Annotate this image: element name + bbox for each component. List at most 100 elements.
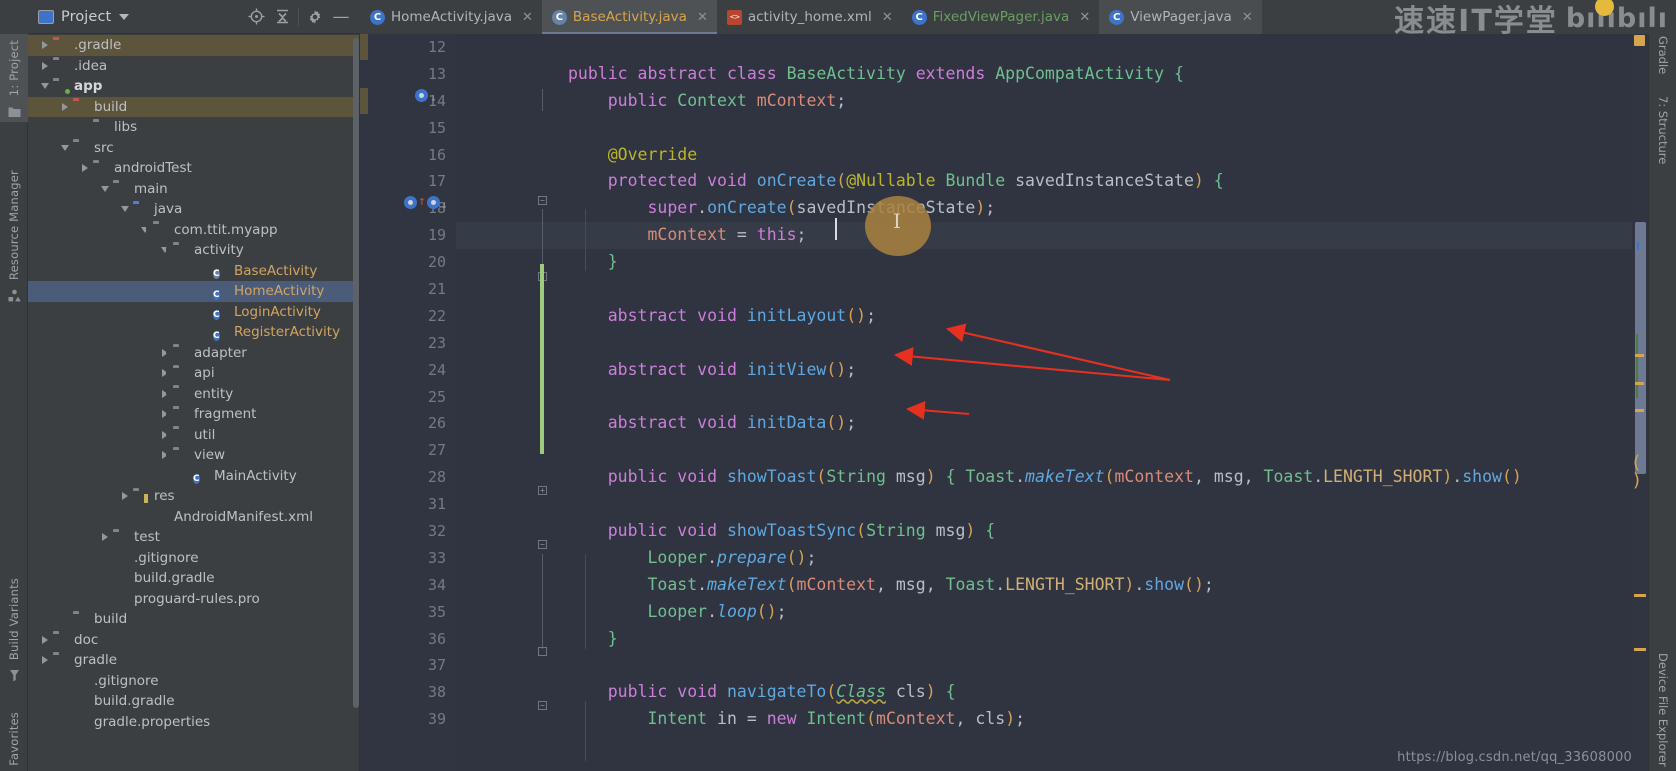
tree-node-entity[interactable]: entity bbox=[28, 384, 359, 405]
expand-arrow-icon[interactable] bbox=[38, 83, 52, 90]
expand-arrow-icon[interactable] bbox=[98, 533, 112, 542]
sidebar-item-resource-manager[interactable]: Resource Manager bbox=[0, 164, 28, 314]
tab-close-icon[interactable]: ✕ bbox=[882, 10, 893, 25]
warning-marker-1[interactable] bbox=[1635, 354, 1644, 357]
tree-node-view[interactable]: view bbox=[28, 445, 359, 466]
tree-node-build[interactable]: build bbox=[28, 96, 359, 117]
tree-node-src[interactable]: src bbox=[28, 138, 359, 159]
code-content[interactable]: public abstract class BaseActivity exten… bbox=[456, 34, 1632, 771]
sidebar-item-favorites[interactable]: 2: Favorites bbox=[0, 706, 28, 771]
warning-marker-4[interactable] bbox=[1634, 594, 1646, 597]
warning-marker-5[interactable] bbox=[1634, 648, 1646, 651]
code-line-18[interactable]: super.onCreate(savedInstanceState); bbox=[456, 195, 1632, 222]
collapse-all-icon[interactable] bbox=[269, 4, 295, 30]
tree-node-gradle[interactable]: gradle bbox=[28, 650, 359, 671]
fold-collapse-icon-navigateto[interactable]: − bbox=[538, 701, 547, 710]
tree-node-homeactivity[interactable]: C HomeActivity bbox=[28, 281, 359, 302]
tree-node-gradle-properties[interactable]: gradle.properties bbox=[28, 712, 359, 733]
sidebar-item-gradle[interactable]: Gradle bbox=[1649, 36, 1676, 74]
tree-node--gradle[interactable]: .gradle bbox=[28, 35, 359, 56]
tab-baseactivity[interactable]: C BaseActivity.java ✕ bbox=[541, 0, 717, 34]
tab-viewpager[interactable]: C ViewPager.java ✕ bbox=[1099, 0, 1262, 34]
expand-arrow-icon[interactable] bbox=[38, 61, 52, 70]
tree-node-androidtest[interactable]: androidTest bbox=[28, 158, 359, 179]
code-line-19[interactable]: mContext = this; bbox=[456, 222, 1632, 250]
code-line-36[interactable]: } bbox=[456, 626, 1632, 653]
tree-node-mainactivity[interactable]: C MainActivity bbox=[28, 466, 359, 487]
expand-arrow-icon[interactable] bbox=[38, 635, 52, 644]
tree-node-adapter[interactable]: adapter bbox=[28, 343, 359, 364]
fold-collapse-icon[interactable]: − bbox=[538, 196, 547, 205]
fold-collapse-icon-showtoastsync[interactable]: − bbox=[538, 540, 547, 549]
tab-fixedviewpager[interactable]: C FixedViewPager.java ✕ bbox=[902, 0, 1100, 34]
warning-marker-3[interactable] bbox=[1635, 409, 1644, 412]
inspection-status-icon[interactable] bbox=[1634, 35, 1645, 46]
code-line-16[interactable]: @Override bbox=[456, 142, 1632, 169]
tree-node-main[interactable]: main bbox=[28, 179, 359, 200]
project-tree[interactable]: .gradle .idea app build libs src androidTest ma… bbox=[28, 34, 360, 771]
fold-expand-icon-showtoast[interactable]: + bbox=[538, 486, 547, 495]
code-line-31[interactable] bbox=[456, 491, 1632, 518]
code-line-26[interactable]: abstract void initData(); bbox=[456, 410, 1632, 437]
tree-node--idea[interactable]: .idea bbox=[28, 56, 359, 77]
code-line-37[interactable] bbox=[456, 652, 1632, 679]
tree-node-androidmanifest-xml[interactable]: AndroidManifest.xml bbox=[28, 507, 359, 528]
tab-close-icon[interactable]: ✕ bbox=[1242, 10, 1253, 25]
code-line-32[interactable]: public void showToastSync(String msg) { bbox=[456, 518, 1632, 545]
tree-node-loginactivity[interactable]: C LoginActivity bbox=[28, 302, 359, 323]
hide-panel-icon[interactable]: — bbox=[328, 4, 354, 30]
expand-arrow-icon[interactable] bbox=[98, 185, 112, 192]
code-line-33[interactable]: Looper.prepare(); bbox=[456, 545, 1632, 572]
tree-node-build-gradle[interactable]: build.gradle bbox=[28, 691, 359, 712]
tree-node-proguard-rules-pro[interactable]: proguard-rules.pro bbox=[28, 589, 359, 610]
sidebar-item-structure[interactable]: 7: Structure bbox=[1649, 96, 1676, 164]
override-up-icon[interactable]: ↑ bbox=[418, 194, 426, 209]
code-line-28[interactable]: public void showToast(String msg) { Toas… bbox=[456, 464, 1632, 491]
code-line-27[interactable] bbox=[456, 437, 1632, 464]
run-class-marker-icon[interactable] bbox=[415, 89, 428, 102]
tree-node--gitignore[interactable]: .gitignore bbox=[28, 548, 359, 569]
tree-node-doc[interactable]: doc bbox=[28, 630, 359, 651]
expand-arrow-icon[interactable] bbox=[58, 144, 72, 151]
code-line-13[interactable]: public abstract class BaseActivity exten… bbox=[456, 61, 1632, 88]
code-line-12[interactable] bbox=[456, 34, 1632, 61]
tree-node-api[interactable]: api bbox=[28, 363, 359, 384]
tree-node-res[interactable]: res bbox=[28, 486, 359, 507]
expand-arrow-icon[interactable] bbox=[78, 164, 92, 173]
code-line-20[interactable]: } bbox=[456, 249, 1632, 276]
tree-node-build-gradle[interactable]: build.gradle bbox=[28, 568, 359, 589]
gear-icon[interactable] bbox=[302, 4, 328, 30]
tree-node-fragment[interactable]: fragment bbox=[28, 404, 359, 425]
tab-close-icon[interactable]: ✕ bbox=[1079, 10, 1090, 25]
code-line-22[interactable]: abstract void initLayout(); bbox=[456, 303, 1632, 330]
expand-arrow-icon[interactable] bbox=[38, 41, 52, 50]
tree-node-build[interactable]: build bbox=[28, 609, 359, 630]
code-line-38[interactable]: public void navigateTo(Class cls) { bbox=[456, 679, 1632, 706]
tab-activity-home-xml[interactable]: activity_home.xml ✕ bbox=[717, 0, 902, 34]
code-line-39[interactable]: Intent in = new Intent(mContext, cls); bbox=[456, 706, 1632, 733]
code-line-17[interactable]: protected void onCreate(@Nullable Bundle… bbox=[456, 168, 1632, 195]
expand-arrow-icon[interactable] bbox=[118, 492, 132, 501]
code-editor[interactable]: 12 13 14 15 16 17 18 19 20 21 22 23 24 25 26 27 28 31 32 33… bbox=[360, 34, 1648, 771]
code-line-24[interactable]: abstract void initView(); bbox=[456, 357, 1632, 384]
expand-arrow-icon[interactable] bbox=[58, 102, 72, 111]
code-line-23[interactable] bbox=[456, 330, 1632, 357]
tree-node-registeractivity[interactable]: C RegisterActivity bbox=[28, 322, 359, 343]
code-line-14[interactable]: public Context mContext; bbox=[456, 88, 1632, 115]
editor-gutter[interactable]: 12 13 14 15 16 17 18 19 20 21 22 23 24 25 26 27 28 31 32 33… bbox=[360, 34, 456, 771]
override-down-icon[interactable]: ↓ bbox=[430, 91, 437, 104]
tree-node-app[interactable]: app bbox=[28, 76, 359, 97]
tree-node-com-ttit-myapp[interactable]: com.ttit.myapp bbox=[28, 220, 359, 241]
sidebar-item-project[interactable]: 1: Project bbox=[0, 34, 28, 122]
tree-node-util[interactable]: util bbox=[28, 425, 359, 446]
code-line-34[interactable]: Toast.makeText(mContext, msg, Toast.LENG… bbox=[456, 572, 1632, 599]
expand-arrow-icon[interactable] bbox=[118, 206, 132, 213]
code-line-21[interactable] bbox=[456, 276, 1632, 303]
editor-marker-strip[interactable]: ( ) bbox=[1632, 34, 1648, 771]
locate-icon[interactable] bbox=[243, 4, 269, 30]
project-tree-scrollbar[interactable] bbox=[353, 34, 359, 714]
override-down-icon-2[interactable]: ↓ bbox=[441, 198, 448, 211]
tree-node-test[interactable]: test bbox=[28, 527, 359, 548]
tab-close-icon[interactable]: ✕ bbox=[522, 10, 533, 25]
warning-marker-2[interactable] bbox=[1635, 382, 1644, 385]
